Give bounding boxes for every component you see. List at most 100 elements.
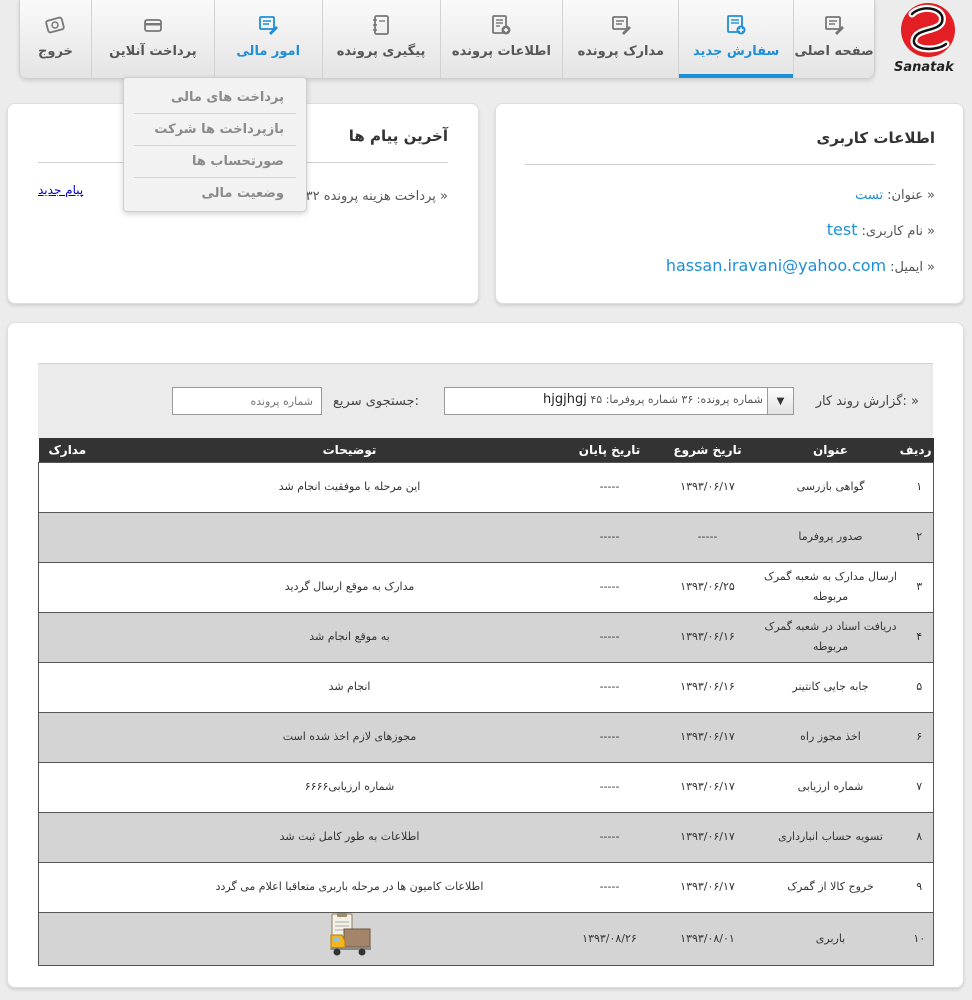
file-select-value: شماره پرونده: ۳۶ شماره پروفرما: ۴۵ hjgjh… (543, 392, 763, 407)
table-row: ۸ تسویه حساب انبارداری ۱۳۹۳/۰۶/۱۷ ----- … (38, 811, 934, 862)
row-documents (38, 861, 140, 912)
username-row: « نام کاربری: test (827, 220, 935, 239)
row-description: انجام شد (139, 661, 560, 712)
document-edit-icon (823, 14, 845, 36)
nav-finance[interactable]: امور مالی (215, 0, 323, 78)
truck-document-icon[interactable] (326, 913, 374, 957)
row-documents (38, 811, 140, 862)
nav-track-file-label: پیگیری پرونده (336, 44, 426, 59)
table-row: ۵ جابه جایی کانتینر ۱۳۹۳/۰۶/۱۶ ----- انج… (38, 661, 934, 712)
chevron-down-icon[interactable]: ▼ (767, 388, 793, 414)
nav-file-documents-label: مدارک پرونده (577, 44, 665, 59)
row-title: صدور پروفرما (755, 511, 906, 562)
nav-track-file[interactable]: پیگیری پرونده (323, 0, 441, 78)
table-row: ۱۰ باربری ۱۳۹۳/۰۸/۰۱ ۱۳۹۳/۰۸/۲۶ (38, 911, 934, 966)
nav-online-payment-label: پرداخت آنلاین (109, 44, 197, 59)
quick-search-label: :جستجوی سریع (333, 394, 419, 409)
row-end-date: ----- (559, 661, 660, 712)
row-documents (38, 711, 140, 762)
row-start-date: ۱۳۹۳/۰۸/۰۱ (659, 911, 756, 966)
menu-item-company-refunds[interactable]: بازپرداخت ها شرکت (134, 114, 296, 146)
finance-dropdown-menu: پرداخت های مالی بازپرداخت ها شرکت صورتحس… (123, 77, 307, 212)
row-start-date: ۱۳۹۳/۰۶/۱۷ (659, 811, 756, 862)
row-documents (38, 461, 140, 512)
row-start-date: ۱۳۹۳/۰۶/۱۷ (659, 861, 756, 912)
row-title: شماره ارزیابی (755, 761, 906, 812)
table-row: ۹ خروج کالا از گمرک ۱۳۹۳/۰۶/۱۷ ----- اطل… (38, 861, 934, 912)
row-number: ۳ (905, 561, 934, 612)
nav-new-order[interactable]: سفارش جدید (679, 0, 795, 78)
column-header: تاریخ پایان (559, 438, 660, 462)
row-description: مدارک به موقع ارسال گردید (139, 561, 560, 612)
menu-item-financial-status[interactable]: وضعیت مالی (134, 178, 296, 210)
menu-item-invoices[interactable]: صورتحساب ها (134, 146, 296, 178)
table-header-row: ردیف عنوان تاریخ شروع تاریخ پایان توضیحا… (38, 438, 934, 462)
nav-finance-label: امور مالی (236, 44, 301, 59)
row-title: خروج کالا از گمرک (755, 861, 906, 912)
nav-file-documents[interactable]: مدارک پرونده (563, 0, 680, 78)
menu-item-financial-payments[interactable]: پرداخت های مالی (134, 82, 296, 114)
row-number: ۱۰ (905, 911, 934, 966)
logo-text: Sanatak (894, 60, 954, 75)
new-message-link[interactable]: پیام جدید (38, 183, 83, 197)
row-title: ارسال مدارک به شعبه گمرک مربوطه (755, 561, 906, 612)
divider (525, 164, 935, 165)
message-item[interactable]: « پرداخت هزینه پرونده ۳۲ (306, 189, 448, 204)
row-title: اخذ مجوز راه (755, 711, 906, 762)
row-documents (38, 561, 140, 612)
row-end-date: ----- (559, 511, 660, 562)
email-row: « ایمیل: hassan.iravani@yahoo.com (666, 256, 935, 275)
row-number: ۹ (905, 861, 934, 912)
user-title-label: عنوان: (887, 188, 924, 203)
bullet-icon: « (440, 189, 448, 204)
document-edit-icon (610, 14, 632, 36)
column-header: توضیحات (139, 438, 560, 462)
row-description: این مرحله با موفقیت انجام شد (139, 461, 560, 512)
row-documents (38, 911, 140, 966)
row-end-date: ----- (559, 811, 660, 862)
row-title: تسویه حساب انبارداری (755, 811, 906, 862)
user-info-title: اطلاعات کاربری (816, 129, 935, 147)
row-end-date: ----- (559, 711, 660, 762)
nav-online-payment[interactable]: پرداخت آنلاین (92, 0, 215, 78)
column-header: تاریخ شروع (659, 438, 756, 462)
nav-file-info-label: اطلاعات پرونده (451, 44, 551, 59)
nav-home[interactable]: صفحه اصلی (794, 0, 874, 78)
row-start-date: ۱۳۹۳/۰۶/۲۵ (659, 561, 756, 612)
row-end-date: ----- (559, 611, 660, 662)
row-description: مجوزهای لازم اخذ شده است (139, 711, 560, 762)
row-number: ۱ (905, 461, 934, 512)
table-row: ۷ شماره ارزیابی ۱۳۹۳/۰۶/۱۷ ----- شماره ا… (38, 761, 934, 812)
user-title-value: تست (855, 188, 884, 203)
row-title: جابه جایی کانتینر (755, 661, 906, 712)
notebook-icon (370, 14, 392, 36)
file-select[interactable]: ▼ شماره پرونده: ۳۶ شماره پروفرما: ۴۵ hjg… (444, 387, 794, 415)
user-title-row: « عنوان: تست (855, 188, 935, 203)
user-info-panel: اطلاعات کاربری « عنوان: تست « نام کاربری… (495, 103, 964, 304)
row-number: ۶ (905, 711, 934, 762)
nav-home-label: صفحه اصلی (794, 44, 874, 59)
workflow-table: ردیف عنوان تاریخ شروع تاریخ پایان توضیحا… (38, 438, 934, 966)
nav-exit[interactable]: خروج (20, 0, 92, 78)
row-start-date: ۱۳۹۳/۰۶/۱۶ (659, 611, 756, 662)
document-edit-icon (257, 14, 279, 36)
quick-search-input[interactable] (172, 387, 322, 415)
row-documents (38, 611, 140, 662)
row-description: به موقع انجام شد (139, 611, 560, 662)
row-end-date: ----- (559, 761, 660, 812)
row-start-date: ----- (659, 511, 756, 562)
table-row: ۲ صدور پروفرما ----- ----- (38, 511, 934, 562)
row-number: ۸ (905, 811, 934, 862)
workflow-report-label: « :گزارش روند کار (815, 394, 919, 409)
main-nav: خروج پرداخت آنلاین امور مالی پیگیری پرون… (19, 0, 875, 79)
row-number: ۷ (905, 761, 934, 812)
row-end-date: ۱۳۹۳/۰۸/۲۶ (559, 911, 660, 966)
table-row: ۴ دریافت اسناد در شعبه گمرک مربوطه ۱۳۹۳/… (38, 611, 934, 662)
row-description: اطلاعات کامیون ها در مرحله باربری متعاقب… (139, 861, 560, 912)
email-value: hassan.iravani@yahoo.com (665, 256, 887, 275)
row-start-date: ۱۳۹۳/۰۶/۱۷ (659, 761, 756, 812)
column-header: عنوان (755, 438, 906, 462)
row-description: شماره ارزیابی۶۶۶۶ (139, 761, 560, 812)
nav-file-info[interactable]: اطلاعات پرونده (441, 0, 564, 78)
row-number: ۲ (905, 511, 934, 562)
